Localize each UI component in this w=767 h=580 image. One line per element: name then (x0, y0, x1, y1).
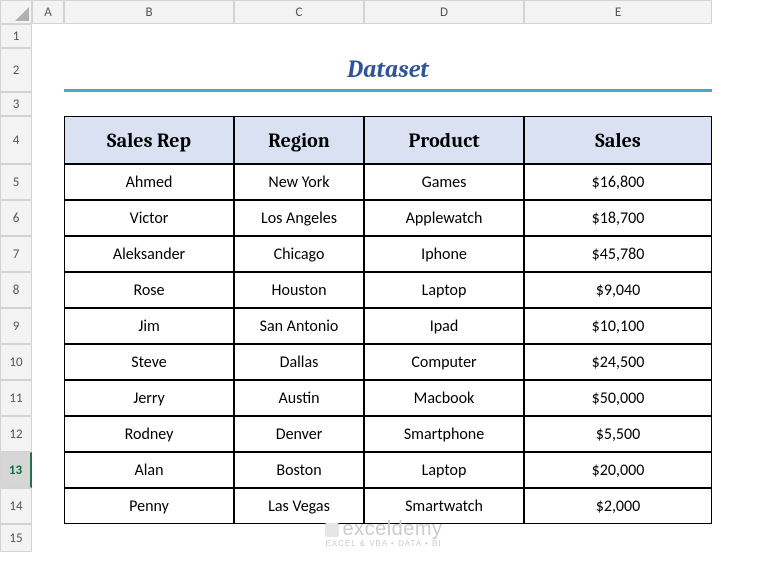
cell-rep[interactable]: Jerry (64, 380, 234, 416)
cell-sales[interactable]: $9,040 (524, 272, 712, 308)
row-header-7[interactable]: 7 (0, 236, 32, 272)
cell-region[interactable]: Denver (234, 416, 364, 452)
row-header-10[interactable]: 10 (0, 344, 32, 380)
cell-rep[interactable]: Ahmed (64, 164, 234, 200)
row-header-6[interactable]: 6 (0, 200, 32, 236)
cell-product[interactable]: Macbook (364, 380, 524, 416)
cell-region[interactable]: Boston (234, 452, 364, 488)
row-header-9[interactable]: 9 (0, 308, 32, 344)
cell-product[interactable]: Ipad (364, 308, 524, 344)
row-header-15[interactable]: 15 (0, 524, 32, 552)
cell-region[interactable]: Chicago (234, 236, 364, 272)
cell-region[interactable]: New York (234, 164, 364, 200)
cell-rep[interactable]: Rose (64, 272, 234, 308)
cell-product[interactable]: Applewatch (364, 200, 524, 236)
cell-sales[interactable]: $18,700 (524, 200, 712, 236)
page-title: Dataset (64, 48, 712, 92)
cell-sales[interactable]: $2,000 (524, 488, 712, 524)
cell-product[interactable]: Iphone (364, 236, 524, 272)
cell-sales[interactable]: $16,800 (524, 164, 712, 200)
cell-rep[interactable]: Victor (64, 200, 234, 236)
row-header-3[interactable]: 3 (0, 92, 32, 116)
cell-sales[interactable]: $45,780 (524, 236, 712, 272)
col-header-E[interactable]: E (524, 0, 712, 24)
table-header-sales-rep[interactable]: Sales Rep (64, 116, 234, 164)
cell-product[interactable]: Smartwatch (364, 488, 524, 524)
cell-sales[interactable]: $5,500 (524, 416, 712, 452)
col-header-C[interactable]: C (234, 0, 364, 24)
row-header-1[interactable]: 1 (0, 24, 32, 48)
row-header-12[interactable]: 12 (0, 416, 32, 452)
cell-rep[interactable]: Rodney (64, 416, 234, 452)
cell-product[interactable]: Games (364, 164, 524, 200)
cell-sales[interactable]: $10,100 (524, 308, 712, 344)
cell-region[interactable]: San Antonio (234, 308, 364, 344)
cell-rep[interactable]: Aleksander (64, 236, 234, 272)
table-header-product[interactable]: Product (364, 116, 524, 164)
cell-sales[interactable]: $20,000 (524, 452, 712, 488)
table-header-sales[interactable]: Sales (524, 116, 712, 164)
row-header-5[interactable]: 5 (0, 164, 32, 200)
cell-rep[interactable]: Jim (64, 308, 234, 344)
cell-sales[interactable]: $50,000 (524, 380, 712, 416)
table-header-region[interactable]: Region (234, 116, 364, 164)
row-header-4[interactable]: 4 (0, 116, 32, 164)
row-header-13[interactable]: 13 (0, 452, 32, 488)
cell-product[interactable]: Computer (364, 344, 524, 380)
cell-product[interactable]: Laptop (364, 272, 524, 308)
cell-product[interactable]: Laptop (364, 452, 524, 488)
cell-product[interactable]: Smartphone (364, 416, 524, 452)
spreadsheet-grid[interactable]: ABCDE123456789101112131415DatasetSales R… (0, 0, 767, 552)
col-header-B[interactable]: B (64, 0, 234, 24)
cell-region[interactable]: Las Vegas (234, 488, 364, 524)
cell-region[interactable]: Austin (234, 380, 364, 416)
row-header-11[interactable]: 11 (0, 380, 32, 416)
cell-rep[interactable]: Alan (64, 452, 234, 488)
cell-region[interactable]: Los Angeles (234, 200, 364, 236)
cell-rep[interactable]: Penny (64, 488, 234, 524)
row-header-14[interactable]: 14 (0, 488, 32, 524)
col-header-D[interactable]: D (364, 0, 524, 24)
cell-region[interactable]: Houston (234, 272, 364, 308)
cell-rep[interactable]: Steve (64, 344, 234, 380)
row-header-2[interactable]: 2 (0, 48, 32, 92)
col-header-A[interactable]: A (32, 0, 64, 24)
cell-sales[interactable]: $24,500 (524, 344, 712, 380)
cell-region[interactable]: Dallas (234, 344, 364, 380)
select-all-corner[interactable] (0, 0, 32, 24)
row-header-8[interactable]: 8 (0, 272, 32, 308)
